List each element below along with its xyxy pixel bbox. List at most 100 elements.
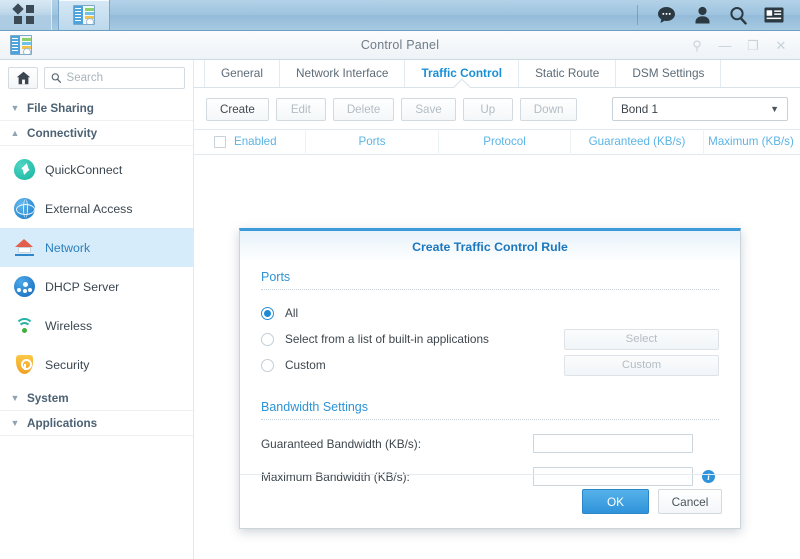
- dialog-body: Ports All Select from a list of built-in…: [240, 262, 740, 490]
- dialog-title: Create Traffic Control Rule: [240, 231, 740, 262]
- interface-select[interactable]: Bond 1 ▼: [612, 97, 788, 121]
- taskbar-left-group: [0, 0, 110, 30]
- network-house-icon: [14, 237, 35, 258]
- radio-all-label: All: [285, 306, 299, 320]
- sidebar-item-network[interactable]: Network: [0, 228, 193, 267]
- notifications-chat-icon[interactable]: [648, 0, 684, 31]
- toolbar: Create Edit Delete Save Up Down Bond 1 ▼: [194, 88, 800, 129]
- sidebar-group-label: Connectivity: [27, 126, 98, 140]
- save-button[interactable]: Save: [401, 97, 456, 121]
- edit-button[interactable]: Edit: [275, 97, 326, 121]
- ports-option-custom[interactable]: Custom Custom: [261, 352, 719, 378]
- dialog-footer: OK Cancel: [240, 474, 740, 528]
- sidebar-group-connectivity[interactable]: ▲ Connectivity: [0, 121, 193, 146]
- radio-all[interactable]: [261, 306, 274, 320]
- column-header-label: Enabled: [234, 135, 277, 148]
- chevron-down-icon: ▼: [10, 102, 20, 113]
- sidebar-group-applications[interactable]: ▼ Applications: [0, 411, 193, 436]
- taskbar-spacer: [110, 0, 635, 30]
- sidebar-item-label: Security: [45, 357, 90, 372]
- sidebar-item-security[interactable]: Security: [0, 345, 193, 384]
- shield-icon: [14, 354, 35, 375]
- close-window-button[interactable]: ✕: [768, 34, 794, 58]
- up-button[interactable]: Up: [462, 97, 513, 121]
- taskbar-task-control-panel[interactable]: [58, 0, 110, 30]
- sidebar-item-label: Wireless: [45, 318, 93, 333]
- sidebar-group-label: System: [27, 391, 69, 405]
- widgets-card-icon[interactable]: [756, 0, 792, 31]
- tab-traffic-control[interactable]: Traffic Control: [405, 60, 520, 87]
- user-account-icon[interactable]: [684, 0, 720, 31]
- tab-dsm-settings[interactable]: DSM Settings: [616, 60, 722, 87]
- control-panel-window: Control Panel ⚲ — ❐ ✕ Search ▼ File Shar…: [0, 31, 800, 559]
- control-panel-task-icon: [73, 5, 95, 25]
- delete-button[interactable]: Delete: [332, 97, 395, 121]
- quickconnect-icon: [14, 159, 35, 180]
- interface-select-value: Bond 1: [621, 102, 659, 116]
- sidebar-items: QuickConnect External Access Network DHC…: [0, 146, 193, 386]
- chevron-down-icon: ▼: [770, 104, 779, 114]
- minimize-window-button[interactable]: —: [712, 34, 738, 58]
- sidebar-item-external-access[interactable]: External Access: [0, 189, 193, 228]
- sidebar-item-wireless[interactable]: Wireless: [0, 306, 193, 345]
- maximize-window-button[interactable]: ❐: [740, 34, 766, 58]
- radio-custom[interactable]: [261, 358, 274, 372]
- sidebar-group-file-sharing[interactable]: ▼ File Sharing: [0, 96, 193, 121]
- search-icon[interactable]: [720, 0, 756, 31]
- select-all-checkbox[interactable]: [214, 136, 226, 148]
- tab-static-route[interactable]: Static Route: [519, 60, 617, 87]
- sidebar: ▼ File Sharing ▲ Connectivity QuickConne…: [0, 60, 194, 559]
- sidebar-item-label: QuickConnect: [45, 162, 123, 177]
- grid-menu-icon: [11, 3, 39, 26]
- ok-button[interactable]: OK: [582, 489, 649, 514]
- sidebar-item-dhcp-server[interactable]: DHCP Server: [0, 267, 193, 306]
- down-button[interactable]: Down: [519, 97, 578, 121]
- select-applications-button[interactable]: Select: [564, 328, 719, 350]
- custom-ports-button[interactable]: Custom: [564, 354, 719, 376]
- column-ports: Ports: [306, 129, 439, 155]
- sidebar-item-quickconnect[interactable]: QuickConnect: [0, 150, 193, 189]
- ports-option-all[interactable]: All: [261, 300, 719, 326]
- bandwidth-section-title: Bandwidth Settings: [261, 400, 719, 420]
- dhcp-server-icon: [14, 276, 35, 297]
- main-menu-button[interactable]: [0, 0, 52, 30]
- ports-section-title: Ports: [261, 270, 719, 290]
- sidebar-group-label: File Sharing: [27, 101, 94, 115]
- builtin-action-wrap: Select: [564, 328, 719, 350]
- pin-window-button[interactable]: ⚲: [684, 34, 710, 58]
- radio-builtin-applications[interactable]: [261, 332, 274, 346]
- search-box[interactable]: [44, 67, 185, 89]
- sidebar-search-row: [0, 67, 193, 89]
- tab-general[interactable]: General: [204, 60, 280, 87]
- chevron-up-icon: ▲: [10, 127, 20, 138]
- sidebar-item-label: Network: [45, 240, 91, 255]
- column-enabled: Enabled: [194, 129, 306, 155]
- search-icon: [51, 73, 62, 83]
- column-protocol: Protocol: [439, 129, 571, 155]
- radio-custom-label: Custom: [285, 358, 326, 372]
- tab-network-interface[interactable]: Network Interface: [280, 60, 406, 87]
- sidebar-group-system[interactable]: ▼ System: [0, 386, 193, 411]
- search-input[interactable]: [66, 72, 178, 84]
- column-maximum: Maximum (KB/s): [708, 135, 794, 148]
- sidebar-item-label: DHCP Server: [45, 279, 120, 294]
- window-titlebar: Control Panel ⚲ — ❐ ✕: [0, 31, 800, 60]
- cancel-button[interactable]: Cancel: [658, 489, 722, 514]
- create-button[interactable]: Create: [206, 97, 269, 121]
- sidebar-group-label: Applications: [27, 416, 98, 430]
- rules-table-header: Enabled Ports Protocol Guaranteed (KB/s)…: [194, 129, 800, 155]
- custom-action-wrap: Custom: [564, 354, 719, 376]
- sidebar-item-label: External Access: [45, 201, 133, 216]
- ports-option-builtin[interactable]: Select from a list of built-in applicati…: [261, 326, 719, 352]
- guaranteed-bandwidth-input[interactable]: [533, 434, 693, 453]
- desktop-taskbar: [0, 0, 800, 31]
- chevron-down-icon: ▼: [10, 392, 20, 403]
- chevron-down-icon: ▼: [10, 417, 20, 428]
- tab-bar: General Network Interface Traffic Contro…: [194, 60, 800, 88]
- guaranteed-bandwidth-row: Guaranteed Bandwidth (KB/s):: [261, 430, 719, 457]
- column-guaranteed: Guaranteed (KB/s): [571, 129, 704, 155]
- window-controls: ⚲ — ❐ ✕: [684, 31, 794, 60]
- desktop: Control Panel ⚲ — ❐ ✕ Search ▼ File Shar…: [0, 0, 800, 559]
- home-button[interactable]: [8, 67, 38, 89]
- home-icon: [16, 71, 30, 85]
